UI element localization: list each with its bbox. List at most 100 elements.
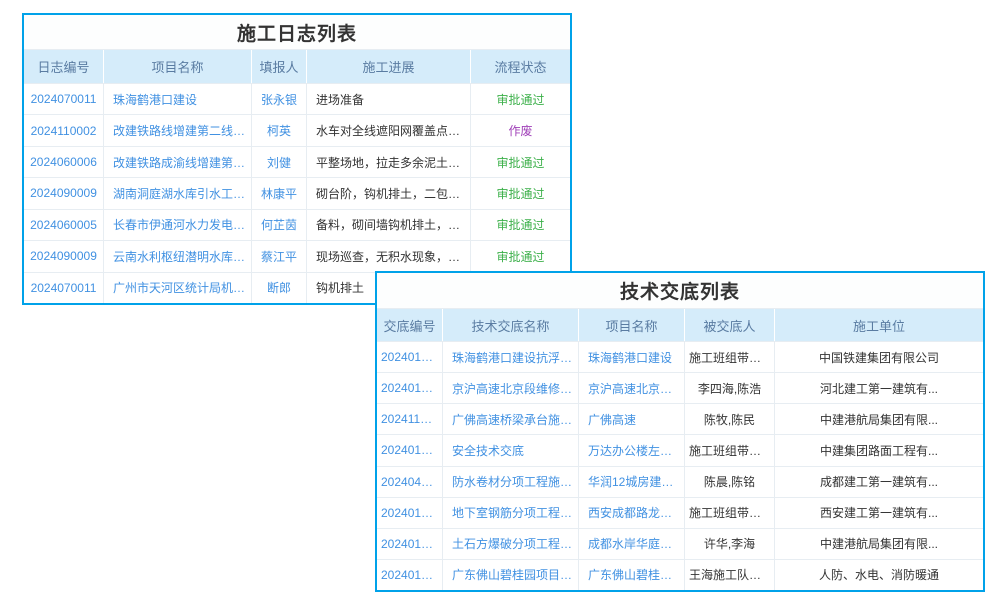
- recipients-text: 施工班组带班...: [685, 342, 775, 372]
- disclosure-id-link[interactable]: 2024040001: [377, 467, 443, 497]
- log-table-row: 2024090009 湖南洞庭湖水库引水工程... 林康平 砌台阶，钩机排土，二…: [24, 177, 570, 208]
- disclosure-name-link[interactable]: 珠海鹤港口建设抗浮锚杆...: [443, 342, 579, 372]
- log-id-link[interactable]: 2024060005: [24, 210, 104, 240]
- recipients-text: 陈晨,陈铭: [685, 467, 775, 497]
- disclosure-table-row: 2024110001 广佛高速桥梁承台施工技... 广佛高速 陈牧,陈民 中建港…: [377, 403, 983, 434]
- construction-unit-text: 成都建工第一建筑有...: [775, 467, 983, 497]
- disclosure-project-link[interactable]: 西安成都路龙湖上...: [579, 498, 685, 528]
- construction-unit-text: 西安建工第一建筑有...: [775, 498, 983, 528]
- log-table-row: 2024070011 珠海鹤港口建设 张永银 进场准备 审批通过: [24, 84, 570, 114]
- construction-log-header-row: 日志编号 项目名称 填报人 施工进展 流程状态: [24, 50, 570, 84]
- flow-status-badge: 审批通过: [471, 210, 570, 240]
- disclosure-project-link[interactable]: 成都水岸华庭名苑...: [579, 529, 685, 559]
- construction-unit-text: 中建港航局集团有限...: [775, 529, 983, 559]
- disclosure-id-link[interactable]: 2024010002: [377, 498, 443, 528]
- disclosure-name-link[interactable]: 安全技术交底: [443, 435, 579, 465]
- column-header-disclosure-project: 项目名称: [579, 309, 685, 341]
- flow-status-badge: 作废: [471, 115, 570, 145]
- disclosure-table-row: 2024010001 广东佛山碧桂园项目人防... 广东佛山碧桂园项目 王海施工…: [377, 559, 983, 590]
- flow-status-badge: 审批通过: [471, 147, 570, 177]
- disclosure-name-link[interactable]: 广东佛山碧桂园项目人防...: [443, 560, 579, 590]
- recipients-text: 许华,李海: [685, 529, 775, 559]
- disclosure-name-link[interactable]: 京沪高速北京段维修桩帽...: [443, 373, 579, 403]
- technical-disclosure-title: 技术交底列表: [377, 273, 983, 309]
- technical-disclosure-table: 技术交底列表 交底编号 技术交底名称 项目名称 被交底人 施工单位 202401…: [375, 271, 985, 592]
- column-header-flow-status: 流程状态: [471, 50, 570, 83]
- progress-text: 水车对全线遮阳网覆盖点进...: [307, 115, 471, 145]
- construction-unit-text: 中建港航局集团有限...: [775, 404, 983, 434]
- project-name-link[interactable]: 改建铁路线增建第二线直...: [104, 115, 252, 145]
- disclosure-table-row: 2024010002 土石方爆破分项工程施工... 成都水岸华庭名苑... 许华…: [377, 528, 983, 559]
- disclosure-id-link[interactable]: 2024010003: [377, 435, 443, 465]
- log-id-link[interactable]: 2024090009: [24, 178, 104, 208]
- disclosure-name-link[interactable]: 土石方爆破分项工程施工...: [443, 529, 579, 559]
- disclosure-project-link[interactable]: 广东佛山碧桂园项目: [579, 560, 685, 590]
- column-header-log-id: 日志编号: [24, 50, 104, 83]
- construction-unit-text: 中国铁建集团有限公司: [775, 342, 983, 372]
- progress-text: 现场巡查，无积水现象，水...: [307, 241, 471, 271]
- disclosure-project-link[interactable]: 珠海鹤港口建设: [579, 342, 685, 372]
- log-table-row: 2024110002 改建铁路线增建第二线直... 柯英 水车对全线遮阳网覆盖点…: [24, 114, 570, 145]
- log-table-row: 2024090009 云南水利枢纽潜明水库一... 蔡江平 现场巡查，无积水现象…: [24, 240, 570, 271]
- technical-disclosure-body: 2024010003 珠海鹤港口建设抗浮锚杆... 珠海鹤港口建设 施工班组带班…: [377, 342, 983, 590]
- log-id-link[interactable]: 2024090009: [24, 241, 104, 271]
- log-table-row: 2024060006 改建铁路成渝线增建第二... 刘健 平整场地，拉走多余泥土…: [24, 146, 570, 177]
- column-header-progress: 施工进展: [307, 50, 471, 83]
- reporter-link[interactable]: 蔡江平: [252, 241, 307, 271]
- technical-disclosure-header-row: 交底编号 技术交底名称 项目名称 被交底人 施工单位: [377, 309, 983, 342]
- log-table-row: 2024060005 长春市伊通河水力发电厂... 何芷茵 备料，砌间墙钩机排土…: [24, 209, 570, 240]
- reporter-link[interactable]: 断郎: [252, 273, 307, 303]
- reporter-link[interactable]: 林康平: [252, 178, 307, 208]
- reporter-link[interactable]: 张永银: [252, 84, 307, 114]
- progress-text: 进场准备: [307, 84, 471, 114]
- disclosure-project-link[interactable]: 万达办公楼左侧A...: [579, 435, 685, 465]
- reporter-link[interactable]: 何芷茵: [252, 210, 307, 240]
- flow-status-badge: 审批通过: [471, 178, 570, 208]
- reporter-link[interactable]: 柯英: [252, 115, 307, 145]
- disclosure-table-row: 2024010002 地下室钢筋分项工程施工... 西安成都路龙湖上... 施工…: [377, 497, 983, 528]
- column-header-disclosure-name: 技术交底名称: [443, 309, 579, 341]
- flow-status-badge: 审批通过: [471, 84, 570, 114]
- column-header-disclosure-id: 交底编号: [377, 309, 443, 341]
- disclosure-id-link[interactable]: 2024110001: [377, 404, 443, 434]
- project-name-link[interactable]: 广州市天河区统计局机房...: [104, 273, 252, 303]
- construction-unit-text: 人防、水电、消防暖通: [775, 560, 983, 590]
- column-header-construction-unit: 施工单位: [775, 309, 983, 341]
- disclosure-table-row: 2024040001 防水卷材分项工程施工技... 华润12城房建工程... 陈…: [377, 466, 983, 497]
- log-id-link[interactable]: 2024070011: [24, 273, 104, 303]
- disclosure-project-link[interactable]: 广佛高速: [579, 404, 685, 434]
- disclosure-table-row: 2024010004 京沪高速北京段维修桩帽... 京沪高速北京段维修 李四海,…: [377, 372, 983, 403]
- reporter-link[interactable]: 刘健: [252, 147, 307, 177]
- recipients-text: 王海施工队全队: [685, 560, 775, 590]
- log-id-link[interactable]: 2024060006: [24, 147, 104, 177]
- column-header-recipients: 被交底人: [685, 309, 775, 341]
- construction-log-title: 施工日志列表: [24, 15, 570, 50]
- recipients-text: 施工班组带班...: [685, 498, 775, 528]
- column-header-project-name: 项目名称: [104, 50, 252, 83]
- project-name-link[interactable]: 珠海鹤港口建设: [104, 84, 252, 114]
- project-name-link[interactable]: 云南水利枢纽潜明水库一...: [104, 241, 252, 271]
- construction-unit-text: 中建集团路面工程有...: [775, 435, 983, 465]
- recipients-text: 陈牧,陈民: [685, 404, 775, 434]
- construction-unit-text: 河北建工第一建筑有...: [775, 373, 983, 403]
- progress-text: 平整场地，拉走多余泥土15...: [307, 147, 471, 177]
- recipients-text: 施工班组带班...: [685, 435, 775, 465]
- column-header-reporter: 填报人: [252, 50, 307, 83]
- disclosure-name-link[interactable]: 广佛高速桥梁承台施工技...: [443, 404, 579, 434]
- disclosure-id-link[interactable]: 2024010003: [377, 342, 443, 372]
- disclosure-id-link[interactable]: 2024010001: [377, 560, 443, 590]
- disclosure-id-link[interactable]: 2024010004: [377, 373, 443, 403]
- recipients-text: 李四海,陈浩: [685, 373, 775, 403]
- project-name-link[interactable]: 湖南洞庭湖水库引水工程...: [104, 178, 252, 208]
- log-id-link[interactable]: 2024110002: [24, 115, 104, 145]
- disclosure-project-link[interactable]: 京沪高速北京段维修: [579, 373, 685, 403]
- disclosure-project-link[interactable]: 华润12城房建工程...: [579, 467, 685, 497]
- project-name-link[interactable]: 长春市伊通河水力发电厂...: [104, 210, 252, 240]
- disclosure-name-link[interactable]: 防水卷材分项工程施工技...: [443, 467, 579, 497]
- log-id-link[interactable]: 2024070011: [24, 84, 104, 114]
- flow-status-badge: 审批通过: [471, 241, 570, 271]
- project-name-link[interactable]: 改建铁路成渝线增建第二...: [104, 147, 252, 177]
- progress-text: 砌台阶，钩机排土，二包砌...: [307, 178, 471, 208]
- disclosure-name-link[interactable]: 地下室钢筋分项工程施工...: [443, 498, 579, 528]
- disclosure-id-link[interactable]: 2024010002: [377, 529, 443, 559]
